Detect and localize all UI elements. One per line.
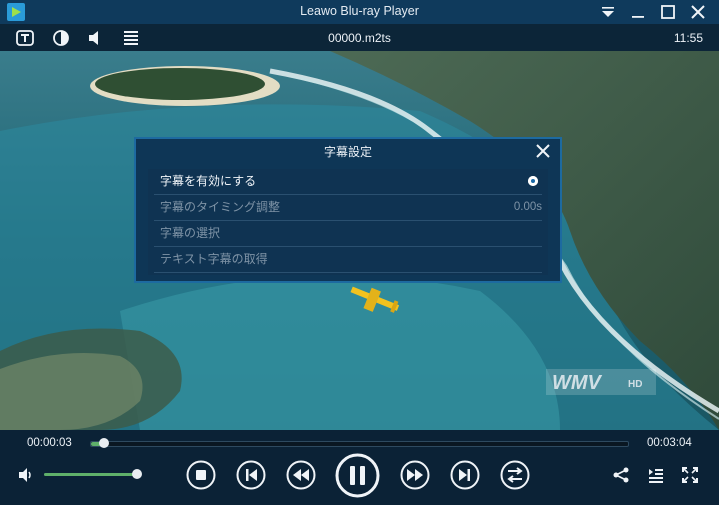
subtitle-settings-dialog: 字幕設定 字幕を有効にする 字幕のタイミング調整 0.00s 字幕の選択 テキス… (134, 137, 562, 283)
volume-slider-knob[interactable] (132, 469, 142, 479)
option-label: 字幕の選択 (160, 226, 221, 240)
subtitle-options-list: 字幕を有効にする 字幕のタイミング調整 0.00s 字幕の選択 テキスト字幕の取… (148, 169, 548, 275)
option-label: 字幕を有効にする (160, 174, 257, 188)
option-label: 字幕のタイミング調整 (160, 200, 281, 214)
title-bar: Leawo Blu-ray Player (0, 0, 719, 24)
close-button[interactable] (688, 2, 708, 22)
fetch-text-subtitles-option[interactable]: テキスト字幕の取得 (154, 247, 542, 273)
clock: 11:55 (673, 31, 703, 45)
subtitle-timing-option[interactable]: 字幕のタイミング調整 0.00s (154, 195, 542, 221)
timing-value: 0.00s (513, 201, 542, 213)
volume-slider[interactable] (44, 469, 142, 479)
dropdown-menu-icon[interactable] (598, 2, 618, 22)
stop-button[interactable] (186, 460, 216, 490)
next-chapter-button[interactable] (450, 460, 480, 490)
svg-text:HD: HD (628, 379, 642, 390)
maximize-button[interactable] (658, 2, 678, 22)
share-icon[interactable] (612, 466, 630, 484)
option-label: テキスト字幕の取得 (160, 252, 268, 266)
current-time: 00:00:03 (27, 437, 72, 449)
fullscreen-icon[interactable] (681, 466, 699, 484)
fast-forward-button[interactable] (400, 460, 430, 490)
dialog-title: 字幕設定 (323, 145, 372, 159)
svg-text:WMV: WMV (552, 372, 603, 394)
subtitle-select-option[interactable]: 字幕の選択 (154, 221, 542, 247)
seek-bar[interactable] (90, 438, 629, 448)
rewind-button[interactable] (286, 460, 316, 490)
top-toolbar: 00000.m2ts 11:55 (0, 24, 719, 51)
seek-bar-knob[interactable] (99, 438, 110, 448)
file-name: 00000.m2ts (328, 31, 391, 45)
player-window: Leawo Blu-ray Player 00000.m2ts 11:55 WM… (0, 0, 719, 505)
radio-on-icon[interactable] (528, 176, 538, 186)
dialog-close-icon[interactable] (534, 142, 552, 160)
chapter-list-icon[interactable] (647, 466, 665, 484)
minimize-button[interactable] (628, 2, 648, 22)
playback-controls: 00:00:03 00:03:04 (0, 430, 719, 505)
volume-slider-fill (44, 473, 137, 476)
wmv-hd-watermark: WMV HD (546, 369, 656, 395)
total-time: 00:03:04 (647, 437, 692, 449)
speaker-icon[interactable] (16, 465, 36, 485)
previous-chapter-button[interactable] (236, 460, 266, 490)
repeat-mode-button[interactable] (500, 460, 530, 490)
pause-button[interactable] (335, 453, 380, 498)
enable-subtitles-option[interactable]: 字幕を有効にする (154, 169, 542, 195)
